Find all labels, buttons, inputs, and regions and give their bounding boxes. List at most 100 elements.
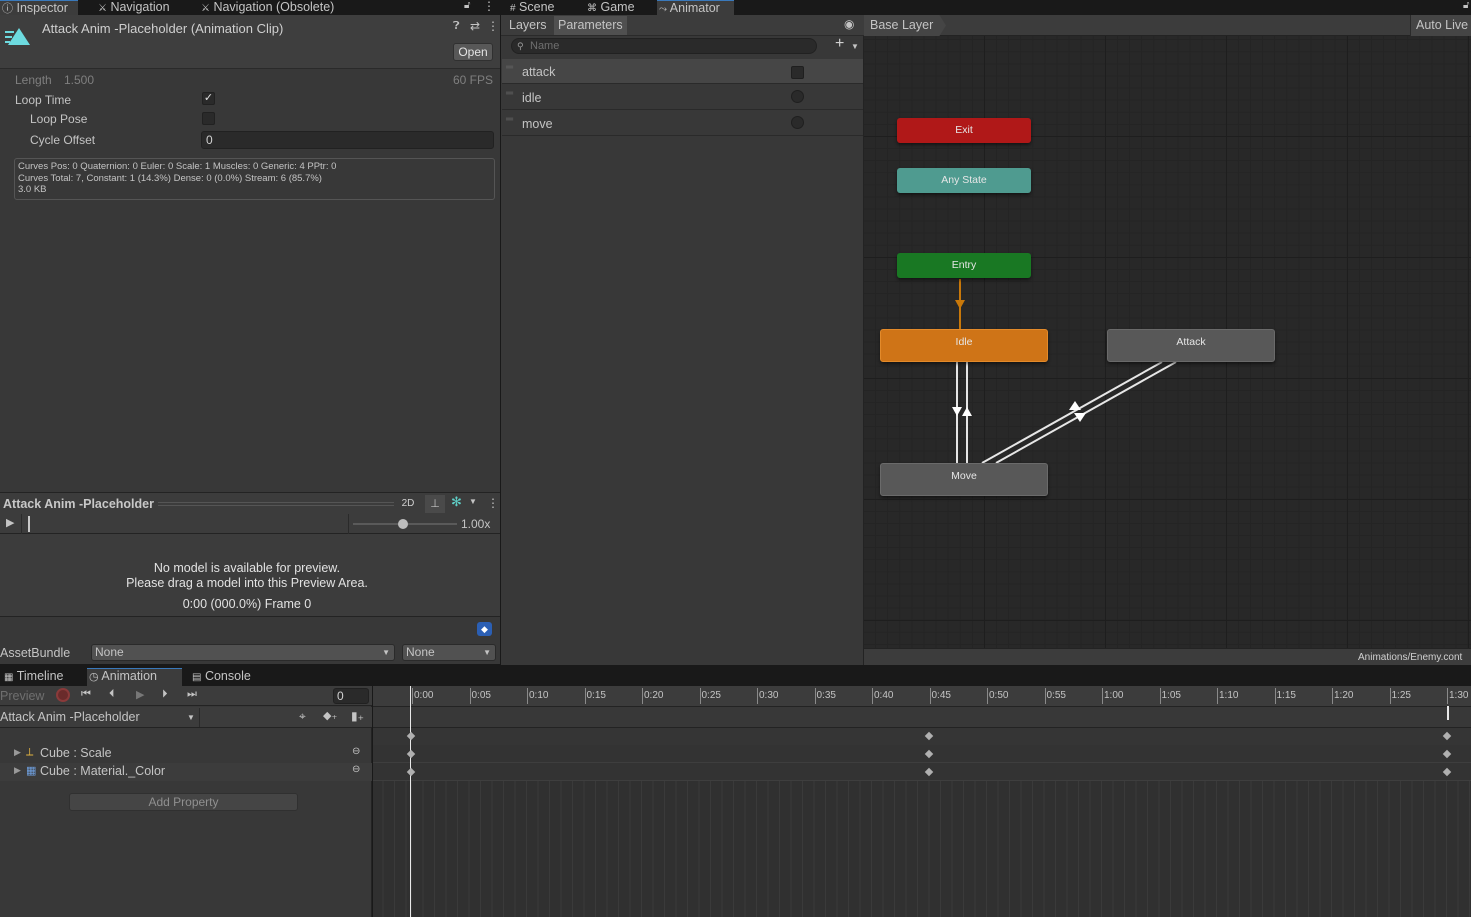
state-move[interactable]: Move <box>880 463 1048 496</box>
preset-icon[interactable]: ⇄ <box>470 19 480 33</box>
clip-end-marker[interactable] <box>1447 706 1449 720</box>
tick-line <box>1389 688 1391 704</box>
state-any-state[interactable]: Any State <box>897 168 1031 193</box>
label-tag-icon[interactable]: ◆ <box>477 622 492 636</box>
drag-handle-icon[interactable]: ═ <box>506 62 513 73</box>
drag-handle-icon[interactable]: ═ <box>506 114 513 125</box>
tick-line <box>1217 688 1218 704</box>
record-icon[interactable] <box>56 688 70 702</box>
inspector-tabbar: ⓘ Inspector ⚔ Navigation ⚔ Navigation (O… <box>0 0 500 15</box>
loop-time-checkbox[interactable]: ✓ <box>202 92 215 105</box>
tab-animator[interactable]: ⤳ Animator <box>657 0 734 15</box>
tick-line <box>987 688 988 704</box>
tick-label: 0:40 <box>874 690 894 701</box>
play-icon[interactable]: ▶ <box>136 688 144 701</box>
assetbundle-name-value: None <box>95 645 124 659</box>
avatar-icon[interactable]: ✻ <box>451 494 462 510</box>
property-row[interactable]: ▶ ▦ Cube : Material._Color ⊖ <box>0 763 372 781</box>
preview-header: Attack Anim -Placeholder 2D ⊥ ✻ ▼ ⋮ <box>0 492 500 514</box>
tick-line <box>527 688 528 704</box>
add-keyframe-icon[interactable]: ◆₊ <box>323 709 337 722</box>
add-event-icon[interactable]: ▮₊ <box>351 709 364 723</box>
assetbundle-name-dropdown[interactable]: None ▼ <box>91 644 395 661</box>
parameter-row[interactable]: ═ idle <box>502 85 863 110</box>
tick-label: 0:15 <box>586 690 606 701</box>
kebab-menu-icon[interactable]: ⋮ <box>487 19 499 33</box>
tick-line <box>1044 688 1046 704</box>
state-entry[interactable]: Entry <box>897 253 1031 278</box>
tab-animation[interactable]: ◷ Animation <box>87 668 182 686</box>
tab-layers[interactable]: Layers <box>509 18 547 32</box>
crosshair-icon[interactable]: ⌖ <box>299 709 306 724</box>
preview-time-scrubber[interactable] <box>22 514 349 534</box>
drag-handle-icon[interactable]: ═ <box>506 88 513 99</box>
kebab-menu-icon[interactable]: ⋮ <box>483 0 495 13</box>
remove-property-icon[interactable]: ⊖ <box>352 746 360 757</box>
tab-console[interactable]: ▤ Console <box>190 669 270 686</box>
preview-splitter[interactable] <box>158 502 394 506</box>
clip-dropdown[interactable]: Attack Anim -Placeholder ▼ <box>0 708 200 727</box>
tab-game-label: Game <box>600 0 635 14</box>
mode-2d-button[interactable]: 2D <box>397 495 419 513</box>
property-row[interactable]: ▶ ⟂ Cube : Scale ⊖ <box>0 745 372 763</box>
tab-navigation-label: Navigation <box>110 0 170 14</box>
kebab-menu-icon[interactable]: ⋮ <box>487 496 499 510</box>
tab-navigation[interactable]: ⚔ Navigation <box>96 0 186 15</box>
play-icon: ▶ <box>6 517 15 529</box>
parameter-row[interactable]: ═ move <box>502 111 863 136</box>
tab-timeline[interactable]: ▦ Timeline <box>2 669 82 686</box>
curves-info-box: Curves Pos: 0 Quaternion: 0 Euler: 0 Sca… <box>14 158 495 200</box>
state-attack[interactable]: Attack <box>1107 329 1275 362</box>
assetbundle-variant-dropdown[interactable]: None ▼ <box>402 644 496 661</box>
state-exit[interactable]: Exit <box>897 118 1031 143</box>
remove-property-icon[interactable]: ⊖ <box>352 764 360 775</box>
tab-parameters[interactable]: Parameters <box>554 16 627 35</box>
tick-label: 0:55 <box>1046 690 1066 701</box>
preview-toggle[interactable]: Preview <box>0 689 44 703</box>
tick-line <box>642 688 643 704</box>
checkmark-icon: ✓ <box>203 92 214 104</box>
first-key-icon[interactable]: ⏮ <box>81 688 91 701</box>
parameter-search-input[interactable]: ⚲ Name <box>511 38 817 54</box>
help-icon[interactable]: ❓︎ <box>453 20 460 33</box>
tab-scene[interactable]: # Scene <box>508 0 573 15</box>
last-key-icon[interactable]: ⏭ <box>187 688 197 701</box>
assetbundle-label: AssetBundle <box>0 646 71 660</box>
state-idle[interactable]: Idle <box>880 329 1048 362</box>
expand-arrow-icon[interactable]: ▶ <box>14 747 21 758</box>
grid-icon: # <box>510 3 516 14</box>
state-label: Idle <box>955 336 973 348</box>
playhead[interactable] <box>410 686 411 917</box>
tab-game[interactable]: ⌘ Game <box>585 0 653 15</box>
prev-key-icon[interactable]: ⏴ <box>109 688 115 701</box>
assetbundle-bar: ◆ AssetBundle None ▼ None ▼ <box>0 616 500 664</box>
play-button[interactable]: ▶ <box>0 514 22 534</box>
tab-navigation-obsolete[interactable]: ⚔ Navigation (Obsolete) <box>199 0 349 15</box>
trigger-checkbox[interactable] <box>791 66 804 79</box>
tick-label: 1:30 <box>1449 690 1469 701</box>
tab-inspector[interactable]: ⓘ Inspector <box>0 0 78 15</box>
parameter-row[interactable]: ═ attack <box>502 59 863 84</box>
fps-value: 60 FPS <box>453 73 494 87</box>
tab-animator-label: Animator <box>669 1 720 15</box>
loop-pose-checkbox[interactable] <box>202 112 215 125</box>
clip-name: Attack Anim -Placeholder <box>0 710 140 724</box>
expand-arrow-icon[interactable]: ▶ <box>14 765 21 776</box>
tick-label: 0:45 <box>931 690 951 701</box>
pivot-icon[interactable]: ⊥ <box>425 495 445 513</box>
chevron-down-icon[interactable]: ▼ <box>851 42 859 51</box>
cycle-offset-field[interactable]: 0 <box>201 131 494 149</box>
trigger-radio[interactable] <box>791 116 804 129</box>
next-key-icon[interactable]: ⏵ <box>162 688 168 701</box>
add-property-button[interactable]: Add Property <box>69 793 298 811</box>
animation-toolbar: Preview ⏮ ⏴ ▶ ⏵ ⏭ 0 <box>0 686 372 706</box>
add-parameter-icon[interactable]: + <box>835 35 844 53</box>
eye-icon[interactable]: ◉ <box>844 17 854 31</box>
chevron-down-icon[interactable]: ▼ <box>469 497 477 506</box>
lock-icon[interactable]: 🔓︎ <box>1463 0 1469 11</box>
open-button[interactable]: Open <box>453 43 493 61</box>
speed-slider-thumb[interactable] <box>398 519 408 529</box>
lock-icon[interactable]: 🔓︎ <box>464 0 470 11</box>
trigger-radio[interactable] <box>791 90 804 103</box>
frame-field[interactable]: 0 <box>333 688 369 704</box>
